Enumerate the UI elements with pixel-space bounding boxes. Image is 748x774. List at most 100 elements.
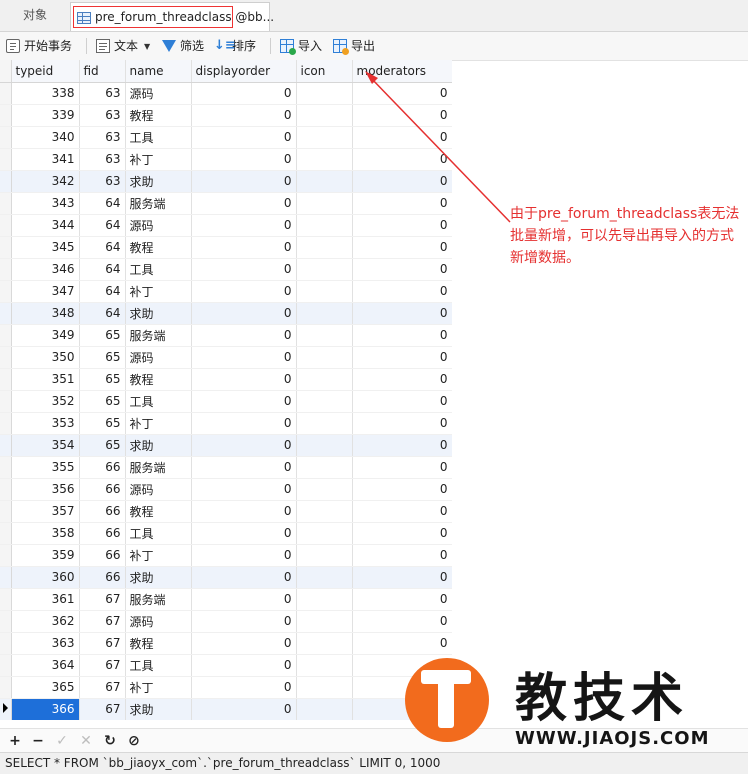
cell-typeid[interactable]: 341 xyxy=(11,148,80,171)
cell-name[interactable]: 补丁 xyxy=(125,280,192,303)
begin-transaction-button[interactable]: 开始事务 xyxy=(6,36,72,56)
cell-icon[interactable] xyxy=(296,500,353,523)
cell-displayorder[interactable]: 0 xyxy=(191,192,297,215)
cell-typeid[interactable]: 363 xyxy=(11,632,80,655)
row-indicator[interactable] xyxy=(0,170,12,193)
cell-displayorder[interactable]: 0 xyxy=(191,170,297,193)
cell-moderators[interactable]: 0 xyxy=(352,456,452,479)
cell-name[interactable]: 源码 xyxy=(125,346,192,369)
cell-typeid[interactable]: 345 xyxy=(11,236,80,259)
row-indicator[interactable] xyxy=(0,434,12,457)
table-row[interactable]: 339 63 教程 0 0 xyxy=(0,104,452,127)
table-row[interactable]: 343 64 服务端 0 0 xyxy=(0,192,452,215)
table-row[interactable]: 352 65 工具 0 0 xyxy=(0,390,452,413)
row-indicator[interactable] xyxy=(0,368,12,391)
cell-typeid[interactable]: 361 xyxy=(11,588,80,611)
cell-moderators[interactable]: 0 xyxy=(352,192,452,215)
cell-displayorder[interactable]: 0 xyxy=(191,500,297,523)
cell-moderators[interactable]: 0 xyxy=(352,258,452,281)
tab-pre-forum-threadclass[interactable]: pre_forum_threadclass @bb... xyxy=(70,2,274,31)
cell-moderators[interactable]: 0 xyxy=(352,82,452,105)
cell-moderators[interactable]: 0 xyxy=(352,412,452,435)
column-header-typeid[interactable]: typeid xyxy=(11,60,80,83)
table-row[interactable]: 349 65 服务端 0 0 xyxy=(0,324,452,347)
cell-typeid[interactable]: 357 xyxy=(11,500,80,523)
cell-typeid[interactable]: 349 xyxy=(11,324,80,347)
cell-displayorder[interactable]: 0 xyxy=(191,412,297,435)
discard-changes-icon[interactable]: ✕ xyxy=(77,732,95,750)
row-indicator[interactable] xyxy=(0,500,12,523)
cell-name[interactable]: 服务端 xyxy=(125,588,192,611)
row-indicator[interactable] xyxy=(0,302,12,325)
text-button[interactable]: 文本 ▼ xyxy=(96,36,150,56)
cell-typeid[interactable]: 340 xyxy=(11,126,80,149)
cell-displayorder[interactable]: 0 xyxy=(191,654,297,677)
cell-icon[interactable] xyxy=(296,434,353,457)
cell-displayorder[interactable]: 0 xyxy=(191,544,297,567)
row-indicator[interactable] xyxy=(0,324,12,347)
cell-typeid[interactable]: 338 xyxy=(11,82,80,105)
cell-typeid[interactable]: 347 xyxy=(11,280,80,303)
row-indicator[interactable] xyxy=(0,654,12,677)
cell-displayorder[interactable]: 0 xyxy=(191,566,297,589)
cell-icon[interactable] xyxy=(296,456,353,479)
table-row[interactable]: 348 64 求助 0 0 xyxy=(0,302,452,325)
cell-name[interactable]: 教程 xyxy=(125,632,192,655)
table-row[interactable]: 351 65 教程 0 0 xyxy=(0,368,452,391)
cell-fid[interactable]: 64 xyxy=(79,302,126,325)
column-header-name[interactable]: name xyxy=(125,60,192,83)
cell-typeid[interactable]: 365 xyxy=(11,676,80,699)
cell-icon[interactable] xyxy=(296,588,353,611)
table-row[interactable]: 350 65 源码 0 0 xyxy=(0,346,452,369)
cell-moderators[interactable]: 0 xyxy=(352,544,452,567)
filter-button[interactable]: 筛选 xyxy=(162,36,204,56)
row-indicator[interactable] xyxy=(0,610,12,633)
cell-typeid[interactable]: 353 xyxy=(11,412,80,435)
cell-name[interactable]: 补丁 xyxy=(125,412,192,435)
refresh-icon[interactable]: ↻ xyxy=(101,732,119,750)
column-header-icon[interactable]: icon xyxy=(296,60,353,83)
cell-fid[interactable]: 63 xyxy=(79,170,126,193)
cell-icon[interactable] xyxy=(296,346,353,369)
cell-name[interactable]: 教程 xyxy=(125,104,192,127)
cell-fid[interactable]: 64 xyxy=(79,214,126,237)
cell-displayorder[interactable]: 0 xyxy=(191,324,297,347)
row-indicator[interactable] xyxy=(0,82,12,105)
cell-moderators[interactable]: 0 xyxy=(352,566,452,589)
cell-icon[interactable] xyxy=(296,280,353,303)
row-indicator[interactable] xyxy=(0,456,12,479)
cell-fid[interactable]: 64 xyxy=(79,258,126,281)
cell-icon[interactable] xyxy=(296,698,353,720)
cell-name[interactable]: 求助 xyxy=(125,434,192,457)
cell-icon[interactable] xyxy=(296,302,353,325)
table-row[interactable]: 345 64 教程 0 0 xyxy=(0,236,452,259)
cell-moderators[interactable]: 0 xyxy=(352,236,452,259)
cell-name[interactable]: 教程 xyxy=(125,500,192,523)
cell-moderators[interactable]: 0 xyxy=(352,434,452,457)
row-indicator[interactable] xyxy=(0,346,12,369)
cell-typeid[interactable]: 362 xyxy=(11,610,80,633)
cell-typeid[interactable]: 356 xyxy=(11,478,80,501)
cell-fid[interactable]: 65 xyxy=(79,346,126,369)
cell-fid[interactable]: 65 xyxy=(79,390,126,413)
cell-icon[interactable] xyxy=(296,654,353,677)
cell-icon[interactable] xyxy=(296,148,353,171)
table-row[interactable]: 353 65 补丁 0 0 xyxy=(0,412,452,435)
cell-typeid[interactable]: 348 xyxy=(11,302,80,325)
table-row[interactable]: 338 63 源码 0 0 xyxy=(0,82,452,105)
row-indicator[interactable] xyxy=(0,104,12,127)
cell-displayorder[interactable]: 0 xyxy=(191,588,297,611)
cell-fid[interactable]: 65 xyxy=(79,368,126,391)
row-indicator[interactable] xyxy=(0,236,12,259)
cell-displayorder[interactable]: 0 xyxy=(191,302,297,325)
column-header-displayorder[interactable]: displayorder xyxy=(191,60,297,83)
cell-icon[interactable] xyxy=(296,610,353,633)
cell-name[interactable]: 工具 xyxy=(125,258,192,281)
table-row[interactable]: 340 63 工具 0 0 xyxy=(0,126,452,149)
cell-name[interactable]: 工具 xyxy=(125,126,192,149)
table-row[interactable]: 346 64 工具 0 0 xyxy=(0,258,452,281)
cell-name[interactable]: 工具 xyxy=(125,522,192,545)
cell-icon[interactable] xyxy=(296,412,353,435)
cell-displayorder[interactable]: 0 xyxy=(191,82,297,105)
cell-fid[interactable]: 66 xyxy=(79,544,126,567)
